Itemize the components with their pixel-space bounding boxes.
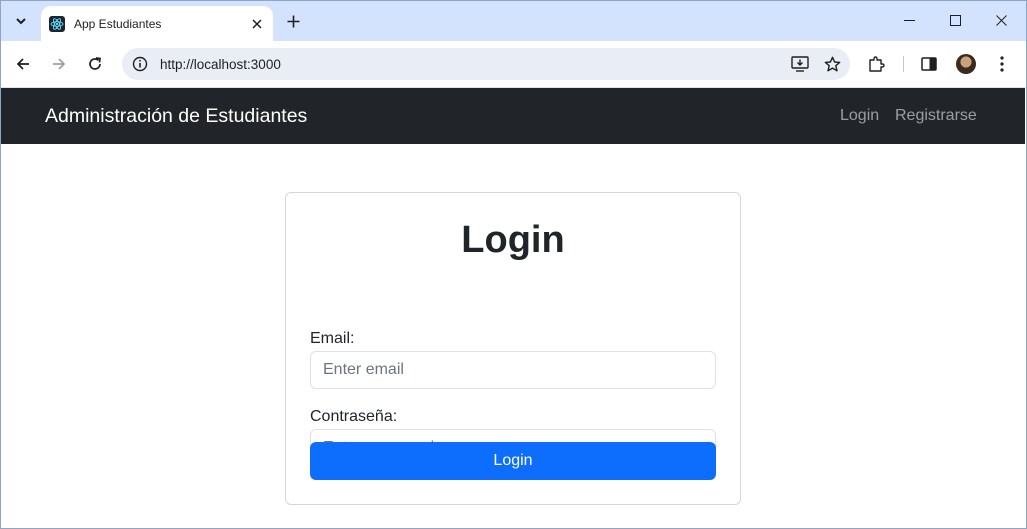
app-navbar: Administración de Estudiantes Login Regi… — [1, 88, 1025, 144]
extensions-button[interactable] — [862, 50, 890, 78]
reload-icon — [89, 57, 101, 70]
maximize-icon — [949, 14, 961, 26]
tab-strip: App Estudiantes — [0, 0, 1027, 41]
login-title: Login — [461, 219, 565, 261]
star-icon — [824, 56, 840, 71]
new-tab-button[interactable] — [280, 8, 306, 34]
react-logo-icon — [49, 15, 65, 32]
login-button[interactable]: Login — [310, 442, 716, 480]
minimize-button[interactable] — [886, 0, 932, 40]
tab-search-button[interactable] — [6, 6, 36, 36]
tab-close-button[interactable] — [247, 14, 267, 34]
side-panel-icon — [921, 57, 937, 71]
back-button[interactable] — [9, 50, 37, 78]
reload-button[interactable] — [81, 50, 109, 78]
close-icon — [995, 14, 1007, 26]
profile-button[interactable] — [952, 50, 980, 78]
bookmark-button[interactable] — [818, 50, 846, 78]
plus-icon — [287, 15, 299, 27]
install-app-button[interactable] — [786, 50, 814, 78]
arrow-right-icon — [53, 58, 66, 70]
browser-toolbar: http://localhost:3000 — [0, 41, 1027, 88]
toolbar-separator — [903, 56, 904, 72]
email-label: Email: — [310, 330, 355, 347]
page-content: Login Email: Contraseña: Login — [1, 144, 1025, 528]
nav-link-register[interactable]: Registrarse — [895, 107, 977, 125]
tab-title: App Estudiantes — [74, 16, 162, 31]
menu-button[interactable] — [988, 50, 1016, 78]
close-icon — [252, 18, 262, 29]
address-bar[interactable]: http://localhost:3000 — [122, 48, 850, 80]
nav-link-login[interactable]: Login — [840, 107, 879, 125]
maximize-button[interactable] — [932, 0, 978, 40]
navbar-brand[interactable]: Administración de Estudiantes — [45, 105, 307, 128]
email-field[interactable] — [310, 351, 716, 389]
more-vertical-icon — [1000, 56, 1004, 72]
password-label: Contraseña: — [310, 408, 398, 425]
info-icon — [132, 56, 148, 72]
browser-tab[interactable]: App Estudiantes — [41, 6, 273, 41]
avatar — [956, 54, 976, 74]
minimize-icon — [903, 19, 915, 21]
install-icon — [791, 56, 809, 72]
puzzle-icon — [869, 56, 885, 72]
arrow-left-icon — [16, 58, 29, 70]
login-card: Login Email: Contraseña: Login — [285, 192, 741, 505]
url-text[interactable]: http://localhost:3000 — [160, 57, 786, 72]
site-info-button[interactable] — [125, 49, 155, 79]
window-close-button[interactable] — [978, 0, 1024, 40]
forward-button[interactable] — [45, 50, 73, 78]
side-panel-button[interactable] — [915, 50, 943, 78]
chevron-down-icon — [16, 18, 26, 25]
